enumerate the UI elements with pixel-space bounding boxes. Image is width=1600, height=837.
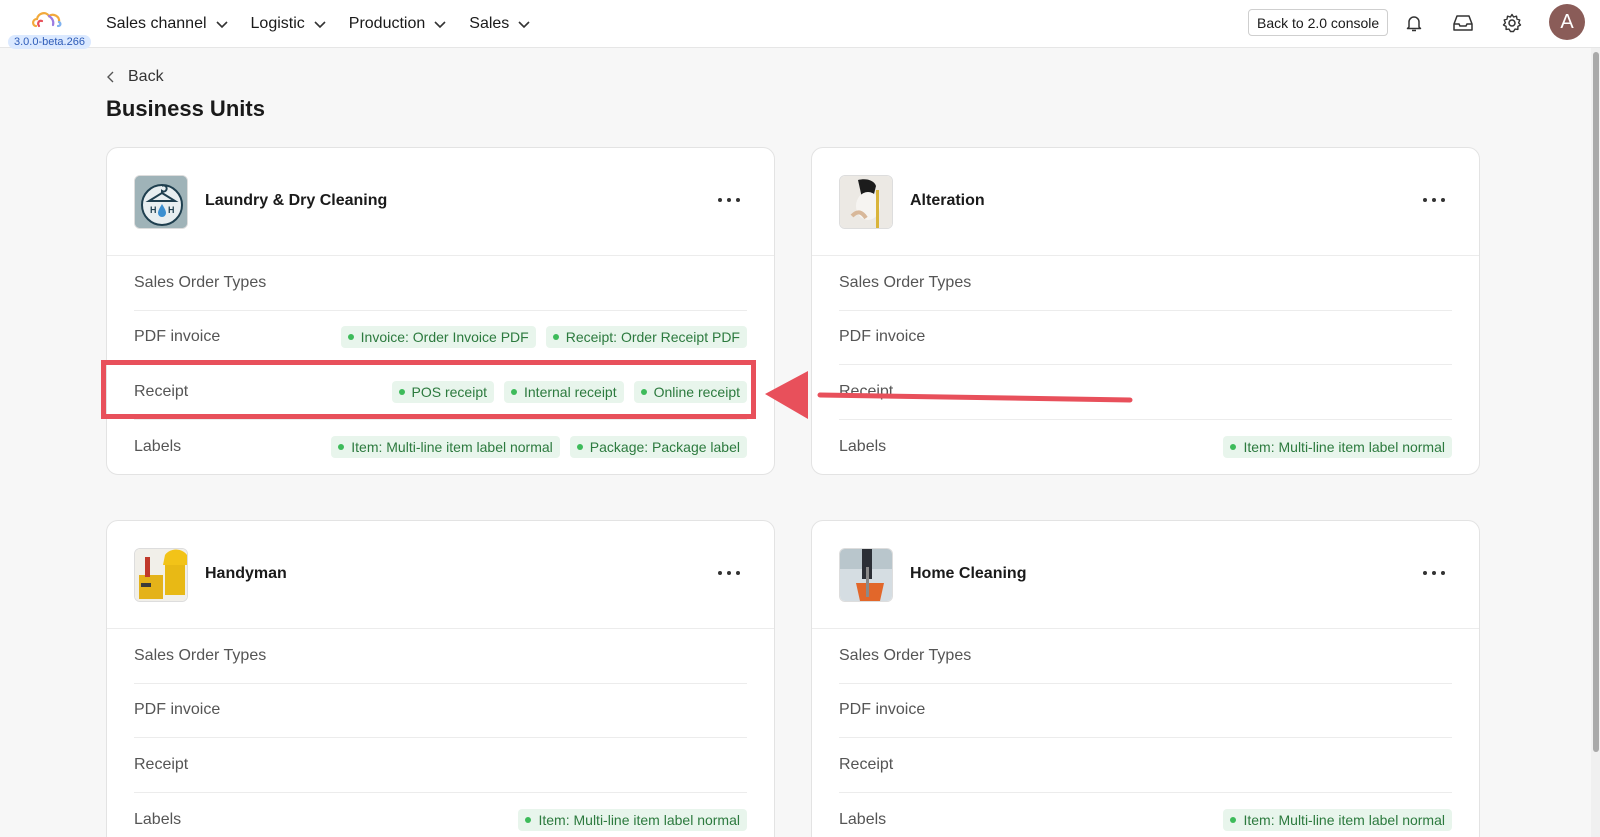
nav-label: Sales — [469, 15, 510, 32]
gear-icon[interactable] — [1500, 11, 1524, 35]
inbox-icon[interactable] — [1451, 11, 1475, 35]
row-label: Sales Order Types — [134, 273, 267, 291]
handyman-photo-icon — [134, 548, 188, 602]
row-label: Labels — [839, 810, 887, 828]
page-scrollbar[interactable] — [1591, 48, 1600, 837]
more-options-icon[interactable] — [718, 192, 740, 208]
tag: Internal receipt — [504, 380, 624, 403]
row-label: Labels — [134, 810, 182, 828]
chevron-down-icon — [215, 21, 228, 29]
labels-row: Labels Item: Multi-line item label norma… — [134, 420, 747, 475]
back-link[interactable]: Back — [106, 68, 164, 86]
nav-logistic[interactable]: Logistic — [251, 15, 327, 33]
nav-label: Logistic — [250, 15, 305, 32]
more-options-icon[interactable] — [1423, 192, 1445, 208]
laundry-logo-icon: H H — [134, 175, 188, 229]
card-header: H H Laundry & Dry Cleaning — [107, 148, 774, 256]
tag: Item: Multi-line item label normal — [1223, 435, 1452, 458]
row-label: Sales Order Types — [839, 273, 972, 291]
row-label: PDF invoice — [839, 701, 926, 719]
bell-icon[interactable] — [1402, 11, 1426, 35]
more-options-icon[interactable] — [1423, 565, 1445, 581]
pdf-invoice-row: PDF invoice Invoice: Order Invoice PDF R… — [134, 311, 747, 365]
version-badge: 3.0.0-beta.266 — [8, 35, 91, 49]
business-unit-card: Home Cleaning Sales Order Types PDF invo… — [811, 520, 1480, 837]
chevron-down-icon — [518, 21, 530, 29]
tag: Invoice: Order Invoice PDF — [340, 326, 536, 349]
page-title: Business Units — [106, 96, 265, 121]
labels-row: Labels Item: Multi-line item label norma… — [839, 793, 1452, 837]
row-label: Receipt — [134, 382, 189, 400]
row-label: Sales Order Types — [134, 646, 267, 664]
home-cleaning-photo-icon — [839, 548, 893, 602]
labels-row: Labels Item: Multi-line item label norma… — [134, 793, 747, 837]
sales-order-types-row: Sales Order Types — [839, 629, 1452, 684]
unit-name: Home Cleaning — [910, 565, 1027, 582]
sales-order-types-row: Sales Order Types — [134, 256, 747, 311]
receipt-row: Receipt — [839, 738, 1452, 793]
receipt-row: Receipt — [134, 738, 747, 793]
top-bar: 3.0.0-beta.266 Sales channel Logistic Pr… — [0, 0, 1600, 49]
business-unit-card: Handyman Sales Order Types PDF invoice R… — [106, 520, 775, 837]
row-label: Sales Order Types — [839, 646, 972, 664]
row-label: Receipt — [134, 755, 189, 773]
tag: Package: Package label — [569, 435, 747, 458]
unit-name: Handyman — [205, 565, 287, 582]
tag: Receipt: Order Receipt PDF — [545, 326, 747, 349]
receipt-row: Receipt POS receipt Internal receipt Onl… — [134, 365, 747, 420]
cloud-logo-icon — [32, 12, 62, 28]
row-label: Labels — [134, 437, 182, 455]
more-options-icon[interactable] — [718, 565, 740, 581]
nav-label: Sales channel — [106, 15, 207, 32]
row-label: Receipt — [839, 755, 894, 773]
pdf-invoice-row: PDF invoice — [839, 311, 1452, 365]
sales-order-types-row: Sales Order Types — [134, 629, 747, 684]
card-header: Home Cleaning — [812, 521, 1479, 629]
unit-name: Laundry & Dry Cleaning — [205, 192, 388, 209]
chevron-left-icon — [107, 71, 114, 83]
app-logo[interactable]: 3.0.0-beta.266 — [4, 6, 91, 49]
nav-sales[interactable]: Sales — [469, 15, 531, 33]
annotation-arrow-icon — [765, 371, 1133, 419]
nav-production[interactable]: Production — [349, 15, 448, 33]
back-to-console-button[interactable]: Back to 2.0 console — [1248, 9, 1389, 36]
row-label: PDF invoice — [134, 328, 221, 346]
tag: Item: Multi-line item label normal — [1223, 808, 1452, 831]
chevron-down-icon — [434, 21, 446, 29]
tag: POS receipt — [391, 380, 494, 403]
pdf-invoice-row: PDF invoice — [134, 684, 747, 738]
chevron-down-icon — [314, 21, 326, 29]
row-label: Labels — [839, 437, 887, 455]
main-nav: Sales channel Logistic Production Sales — [106, 0, 531, 48]
tag: Item: Multi-line item label normal — [518, 808, 747, 831]
nav-label: Production — [348, 15, 426, 32]
avatar[interactable]: A — [1549, 4, 1585, 40]
unit-name: Alteration — [910, 192, 985, 209]
sales-order-types-row: Sales Order Types — [839, 256, 1452, 311]
alteration-photo-icon — [839, 175, 893, 229]
scrollbar-thumb[interactable] — [1593, 52, 1599, 752]
nav-sales-channel[interactable]: Sales channel — [106, 15, 229, 33]
tag: Online receipt — [633, 380, 747, 403]
back-label: Back — [128, 68, 164, 85]
svg-text:H: H — [168, 205, 175, 215]
card-header: Alteration — [812, 148, 1479, 256]
business-unit-card: H H Laundry & Dry Cleaning Sales Order T… — [106, 147, 775, 475]
row-label: PDF invoice — [839, 328, 926, 346]
tag: Item: Multi-line item label normal — [331, 435, 560, 458]
row-label: PDF invoice — [134, 701, 221, 719]
svg-text:H: H — [150, 205, 157, 215]
pdf-invoice-row: PDF invoice — [839, 684, 1452, 738]
card-header: Handyman — [107, 521, 774, 629]
